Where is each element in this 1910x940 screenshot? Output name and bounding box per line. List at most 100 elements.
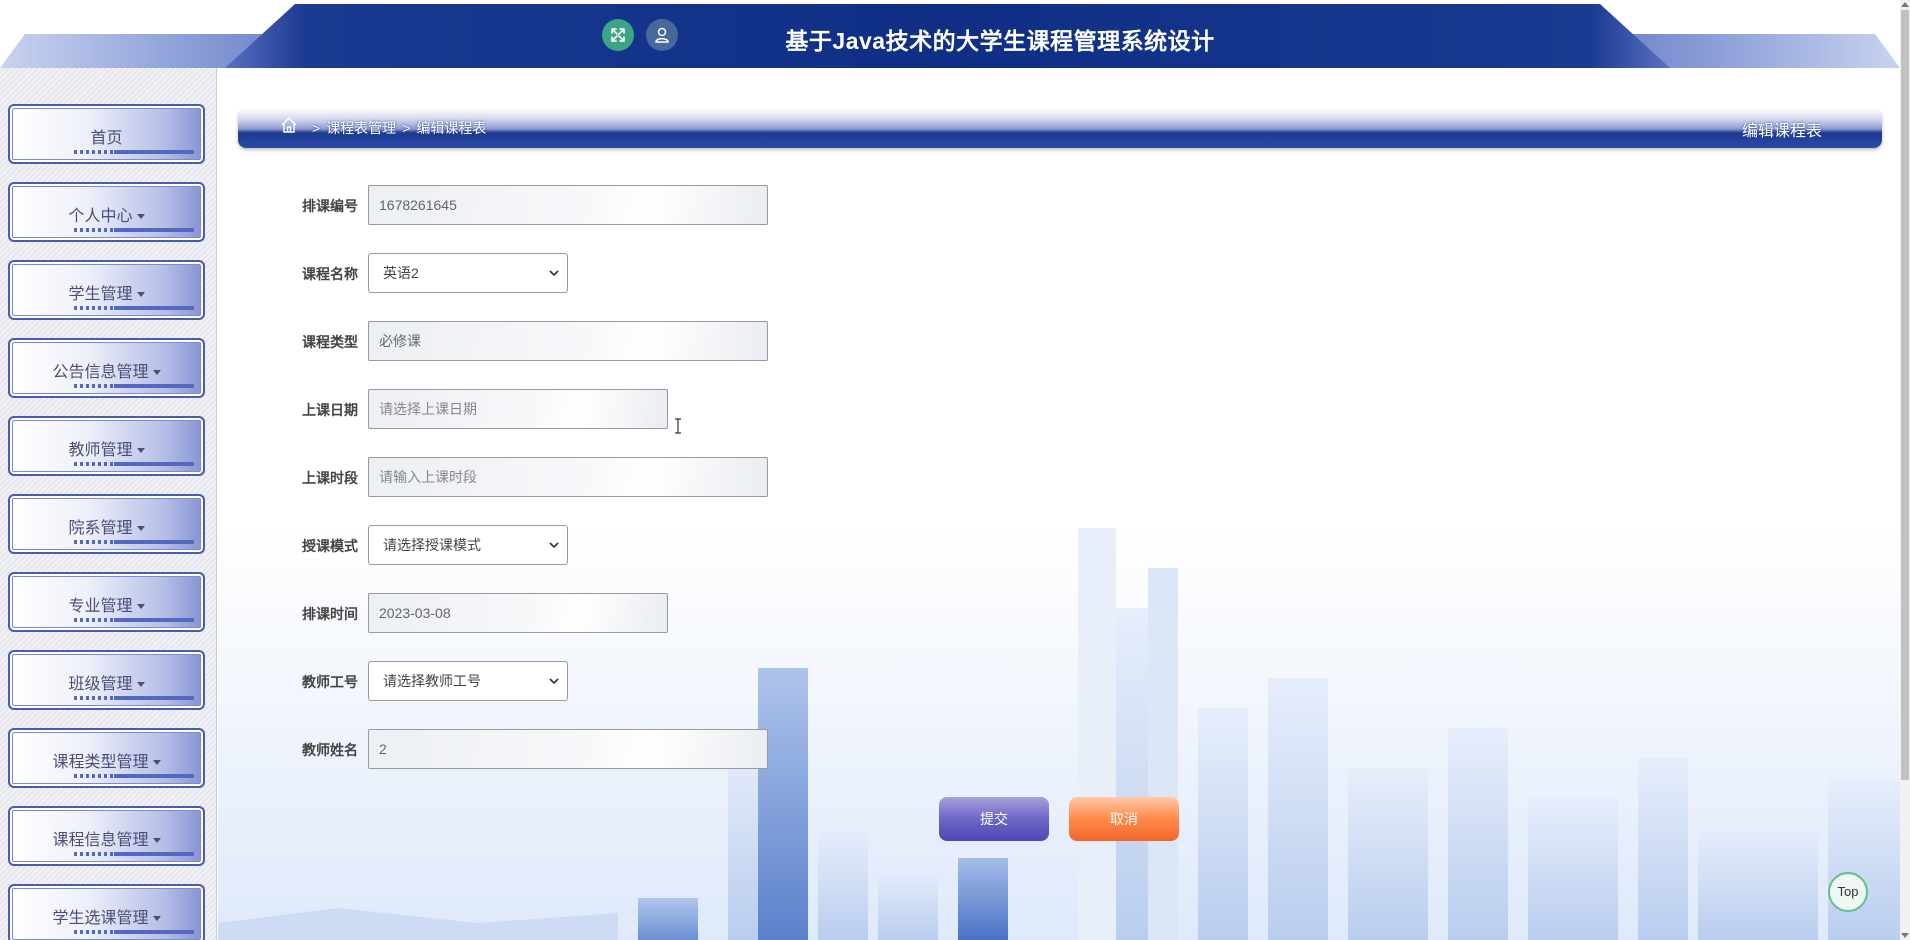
sidebar-item-text: 学生选课管理 [52, 910, 149, 927]
cancel-button[interactable]: 取消 [1069, 797, 1179, 841]
form-row-course-type: 课程类型 [218, 321, 918, 361]
sidebar-item-course-type-management[interactable]: 课程类型管理 [8, 728, 205, 788]
form-row-class-period: 上课时段 [218, 457, 918, 497]
sidebar-item-text: 公告信息管理 [52, 364, 149, 381]
app-title: 基于Java技术的大学生课程管理系统设计 [785, 28, 1215, 54]
top-header: 基于Java技术的大学生课程管理系统设计 [0, 0, 1910, 68]
schedule-time-input[interactable] [368, 593, 668, 633]
scroll-up-icon[interactable] [1901, 2, 1909, 7]
field-label: 课程名称 [302, 266, 358, 282]
select-value: 请选择授课模式 [383, 537, 481, 553]
caret-down-icon [136, 604, 145, 610]
decorative-dots [74, 384, 194, 388]
sidebar-item-department-management[interactable]: 院系管理 [8, 494, 205, 554]
caret-down-icon [136, 448, 145, 454]
sidebar-item-home[interactable]: 首页 [8, 104, 205, 164]
sidebar-item-label: 首页 [10, 124, 203, 148]
form-row-teaching-mode: 授课模式 请选择授课模式 [218, 525, 918, 565]
sidebar: 首页个人中心学生管理公告信息管理 教师管理院系管理专业管理班级管理课程类型管理课程… [0, 68, 217, 940]
back-to-top-button[interactable]: Top [1828, 872, 1868, 912]
teaching-mode-select[interactable]: 请选择授课模式 [368, 525, 568, 565]
expand-icon [611, 28, 625, 42]
field-label: 排课时间 [302, 606, 358, 622]
field-label: 上课日期 [302, 402, 358, 418]
field-label: 上课时段 [302, 470, 358, 486]
decorative-dots [74, 696, 194, 700]
sidebar-item-text: 专业管理 [68, 598, 133, 615]
page-scrollbar[interactable] [1900, 0, 1910, 940]
caret-down-icon [152, 760, 161, 766]
sidebar-item-label: 课程信息管理 [10, 826, 203, 850]
form-row-schedule-time: 排课时间 [218, 593, 918, 633]
sidebar-item-text: 个人中心 [68, 208, 133, 225]
sidebar-item-label: 班级管理 [10, 670, 203, 694]
sidebar-item-text: 课程信息管理 [52, 832, 149, 849]
sidebar-item-label: 学生管理 [10, 280, 203, 304]
sidebar-item-class-management[interactable]: 班级管理 [8, 650, 205, 710]
sidebar-item-major-management[interactable]: 专业管理 [8, 572, 205, 632]
sidebar-item-announcement-management[interactable]: 公告信息管理 [8, 338, 205, 398]
schedule-id-input[interactable] [368, 185, 768, 225]
main-content: > 课程表管理 > 编辑课程表 编辑课程表 排课编号课程名称 英语2 课程类型上课日期上课… [218, 68, 1900, 940]
chevron-down-icon [549, 270, 559, 277]
decorative-dots [74, 930, 194, 934]
select-value: 英语2 [383, 265, 419, 281]
sidebar-item-label: 学生选课管理 [10, 904, 203, 928]
caret-down-icon [136, 526, 145, 532]
breadcrumb-separator: > [402, 120, 411, 136]
sidebar-item-text: 院系管理 [68, 520, 133, 537]
breadcrumb-edit-course-schedule: 编辑课程表 [416, 120, 487, 136]
decorative-dots [74, 540, 194, 544]
sidebar-item-course-info-management[interactable]: 课程信息管理 [8, 806, 205, 866]
scrollbar-thumb[interactable] [1901, 10, 1909, 780]
form-row-teacher-id: 教师工号 请选择教师工号 [218, 661, 918, 701]
sidebar-item-student-management[interactable]: 学生管理 [8, 260, 205, 320]
class-date-input[interactable] [368, 389, 668, 429]
sidebar-item-label: 个人中心 [10, 202, 203, 226]
decorative-dots [74, 774, 194, 778]
field-label: 排课编号 [302, 198, 358, 214]
teacher-name-input[interactable] [368, 729, 768, 769]
text-cursor-icon [675, 418, 681, 434]
sidebar-item-label: 教师管理 [10, 436, 203, 460]
submit-button[interactable]: 提交 [939, 797, 1049, 841]
form-row-teacher-name: 教师姓名 [218, 729, 918, 769]
decorative-dots [74, 618, 194, 622]
course-name-select[interactable]: 英语2 [368, 253, 568, 293]
caret-down-icon [136, 682, 145, 688]
sidebar-item-label: 专业管理 [10, 592, 203, 616]
class-period-input[interactable] [368, 457, 768, 497]
sidebar-item-text: 班级管理 [68, 676, 133, 693]
sidebar-item-student-course-selection-management[interactable]: 学生选课管理 [8, 884, 205, 940]
sidebar-item-label: 课程类型管理 [10, 748, 203, 772]
sidebar-item-text: 首页 [90, 130, 123, 147]
scroll-down-icon[interactable] [1901, 933, 1909, 938]
home-icon[interactable] [280, 116, 298, 134]
fullscreen-toggle-button[interactable] [602, 19, 634, 51]
form-row-class-date: 上课日期 [218, 389, 918, 429]
sidebar-item-personal-center[interactable]: 个人中心 [8, 182, 205, 242]
teacher-id-select[interactable]: 请选择教师工号 [368, 661, 568, 701]
sidebar-item-label: 院系管理 [10, 514, 203, 538]
decorative-dots [74, 852, 194, 856]
chevron-down-icon [549, 542, 559, 549]
field-label: 教师工号 [302, 674, 358, 690]
breadcrumb-course-schedule-management[interactable]: 课程表管理 [326, 120, 396, 136]
chevron-down-icon [549, 678, 559, 685]
breadcrumb-bar: > 课程表管理 > 编辑课程表 编辑课程表 [238, 108, 1882, 148]
sidebar-item-label: 公告信息管理 [10, 358, 203, 382]
caret-down-icon [136, 214, 145, 220]
sidebar-item-text: 教师管理 [68, 442, 133, 459]
user-profile-button[interactable] [646, 19, 678, 51]
form-row-schedule-id: 排课编号 [218, 185, 918, 225]
breadcrumb: > 课程表管理 > 编辑课程表 [306, 118, 486, 138]
field-label: 教师姓名 [302, 742, 358, 758]
form-row-course-name: 课程名称 英语2 [218, 253, 918, 293]
field-label: 授课模式 [302, 538, 358, 554]
course-type-input[interactable] [368, 321, 768, 361]
select-value: 请选择教师工号 [383, 673, 481, 689]
caret-down-icon [152, 838, 161, 844]
user-icon [655, 27, 669, 43]
breadcrumb-separator: > [312, 120, 321, 136]
sidebar-item-teacher-management[interactable]: 教师管理 [8, 416, 205, 476]
